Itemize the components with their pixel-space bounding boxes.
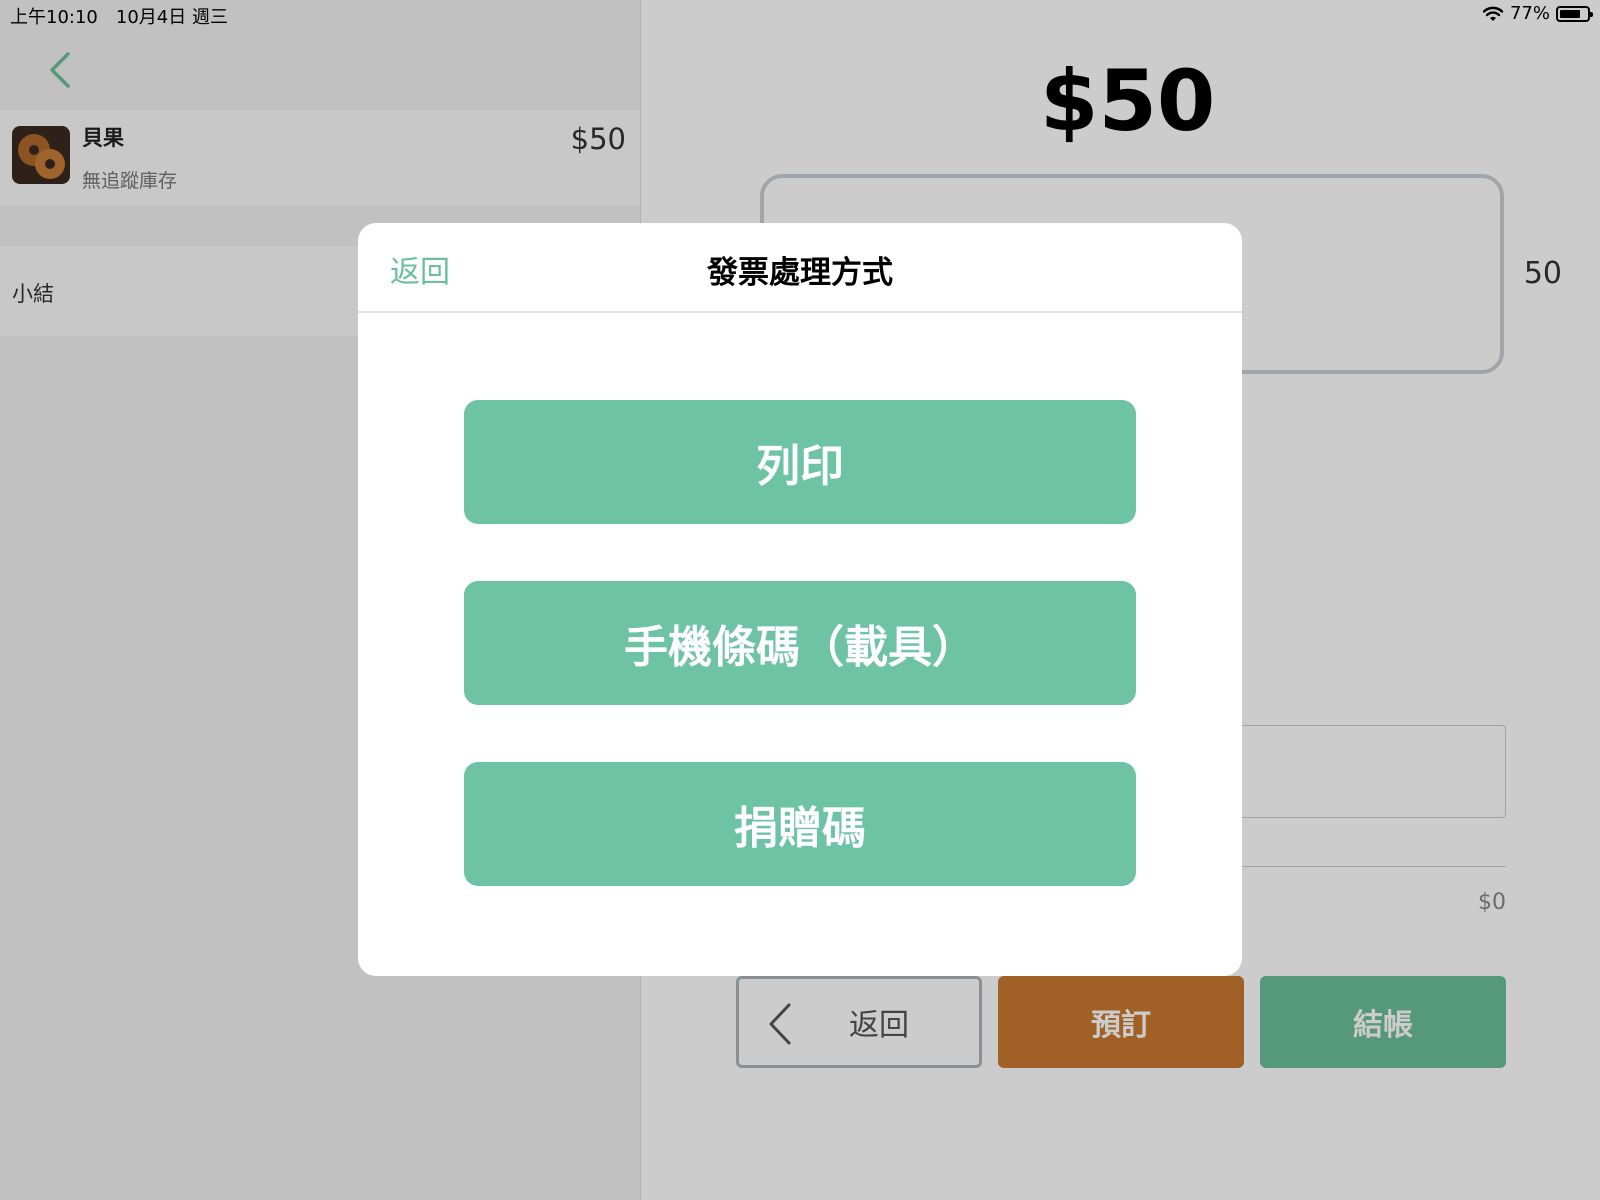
invoice-method-dialog: 發票處理方式 返回 列印 手機條碼（載具） 捐贈碼 (358, 223, 1242, 976)
dialog-header: 發票處理方式 返回 (358, 223, 1242, 313)
dialog-title: 發票處理方式 (707, 255, 893, 291)
dialog-back-button[interactable]: 返回 (390, 247, 450, 291)
print-invoice-button[interactable]: 列印 (464, 400, 1136, 524)
mobile-barcode-carrier-button[interactable]: 手機條碼（載具） (464, 581, 1136, 705)
donation-code-button[interactable]: 捐贈碼 (464, 762, 1136, 886)
